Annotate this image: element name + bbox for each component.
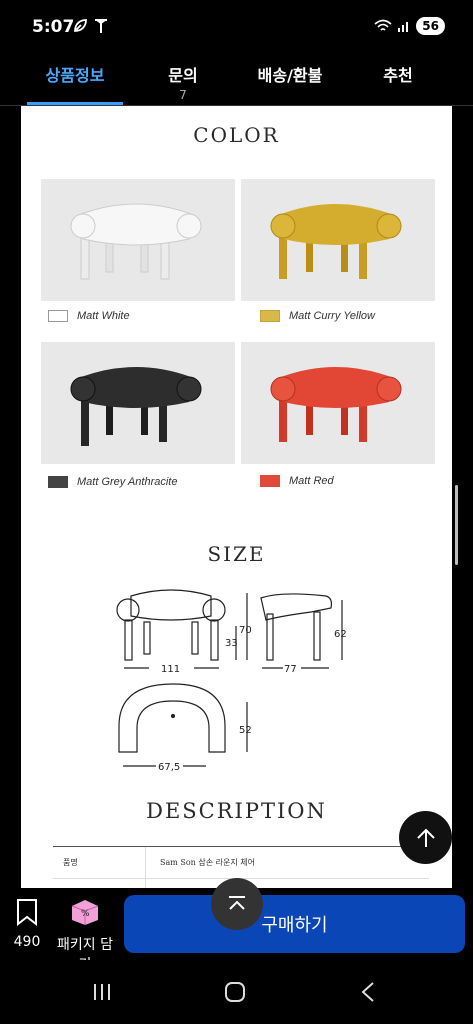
signal-icon <box>398 22 409 32</box>
size-title: SIZE <box>207 542 266 566</box>
scrollbar[interactable] <box>455 485 458 565</box>
color-label: Matt Curry Yellow <box>289 310 375 322</box>
status-right: 56 <box>374 17 445 35</box>
scroll-to-top-button[interactable] <box>399 811 452 864</box>
svg-text:%: % <box>81 909 90 919</box>
color-option-anthracite: Matt Grey Anthracite <box>48 476 177 488</box>
color-card-red <box>241 342 435 464</box>
table-row: 품명 Sam Son 삼손 라운지 체어 <box>53 847 429 879</box>
tab-label: 추천 <box>383 66 413 85</box>
tab-count: 7 <box>179 88 187 102</box>
color-swatch <box>48 476 68 488</box>
color-option-red: Matt Red <box>260 475 334 487</box>
dim-top-depth: 52 <box>239 725 252 736</box>
dim-side-height: 62 <box>334 629 347 640</box>
chair-yellow-image <box>270 204 402 279</box>
dim-top-width: 67,5 <box>158 762 180 773</box>
color-label: Matt White <box>77 310 130 322</box>
color-title: COLOR <box>193 123 280 147</box>
dim-depth: 77 <box>284 664 297 675</box>
dim-height: 70 <box>239 625 252 636</box>
tab-bar: 상품정보 문의 7 배송/환불 추천 <box>0 44 473 106</box>
color-card-white <box>41 179 235 301</box>
buy-button[interactable]: 구매하기 <box>124 895 465 953</box>
bookmark-icon <box>17 899 37 927</box>
chevron-up-bar-icon <box>229 896 245 910</box>
tesla-icon <box>95 19 107 33</box>
spec-value: Sam Son 삼손 라운지 체어 <box>160 858 255 867</box>
color-card-anthracite <box>41 342 235 464</box>
color-card-yellow <box>241 179 435 301</box>
package-box-icon: % <box>71 900 99 925</box>
status-bar: 5:07 56 <box>0 0 473 44</box>
chair-anthracite-image <box>70 367 202 446</box>
size-diagram: 111 70 33 62 77 52 67,5 <box>116 589 347 773</box>
spec-key: 품명 <box>53 847 146 878</box>
leaf-icon <box>74 19 87 32</box>
dim-seat: 33 <box>225 638 238 649</box>
tab-active-indicator <box>27 102 123 105</box>
status-notification-icons <box>72 18 108 34</box>
home-icon[interactable] <box>224 981 246 1003</box>
buy-label: 구매하기 <box>261 915 328 936</box>
recent-apps-icon[interactable] <box>92 982 112 1002</box>
back-icon[interactable] <box>360 981 376 1003</box>
status-time: 5:07 <box>32 17 75 37</box>
color-swatch <box>260 310 280 322</box>
product-detail-content: COLOR Matt White Matt Curry Yellow Matt … <box>21 106 452 888</box>
arrow-up-icon <box>416 828 435 847</box>
battery-indicator: 56 <box>416 17 445 35</box>
color-option-yellow: Matt Curry Yellow <box>260 310 375 322</box>
color-swatch <box>260 475 280 487</box>
system-nav-bar <box>0 960 473 1024</box>
color-label: Matt Red <box>289 475 334 487</box>
color-label: Matt Grey Anthracite <box>77 476 178 488</box>
wishlist-button[interactable]: 490 <box>10 898 44 950</box>
description-title: DESCRIPTION <box>146 799 327 823</box>
collapse-up-button[interactable] <box>211 878 263 930</box>
tab-label: 상품정보 <box>45 66 105 85</box>
tab-product-info[interactable]: 상품정보 <box>27 62 123 86</box>
wishlist-count: 490 <box>13 934 41 950</box>
spec-key-empty <box>53 879 146 888</box>
tab-label: 배송/환불 <box>257 66 323 85</box>
wifi-icon <box>374 19 392 31</box>
tab-shipping-refund[interactable]: 배송/환불 <box>242 62 338 86</box>
color-swatch <box>48 310 68 322</box>
tab-label: 문의 <box>168 66 198 85</box>
chair-white-image <box>70 203 202 280</box>
chair-red-image <box>270 367 402 442</box>
tab-inquiry[interactable]: 문의 7 <box>146 62 220 102</box>
dim-width: 111 <box>161 664 180 675</box>
tab-recommend[interactable]: 추천 <box>366 62 430 86</box>
color-option-white: Matt White <box>48 310 130 322</box>
